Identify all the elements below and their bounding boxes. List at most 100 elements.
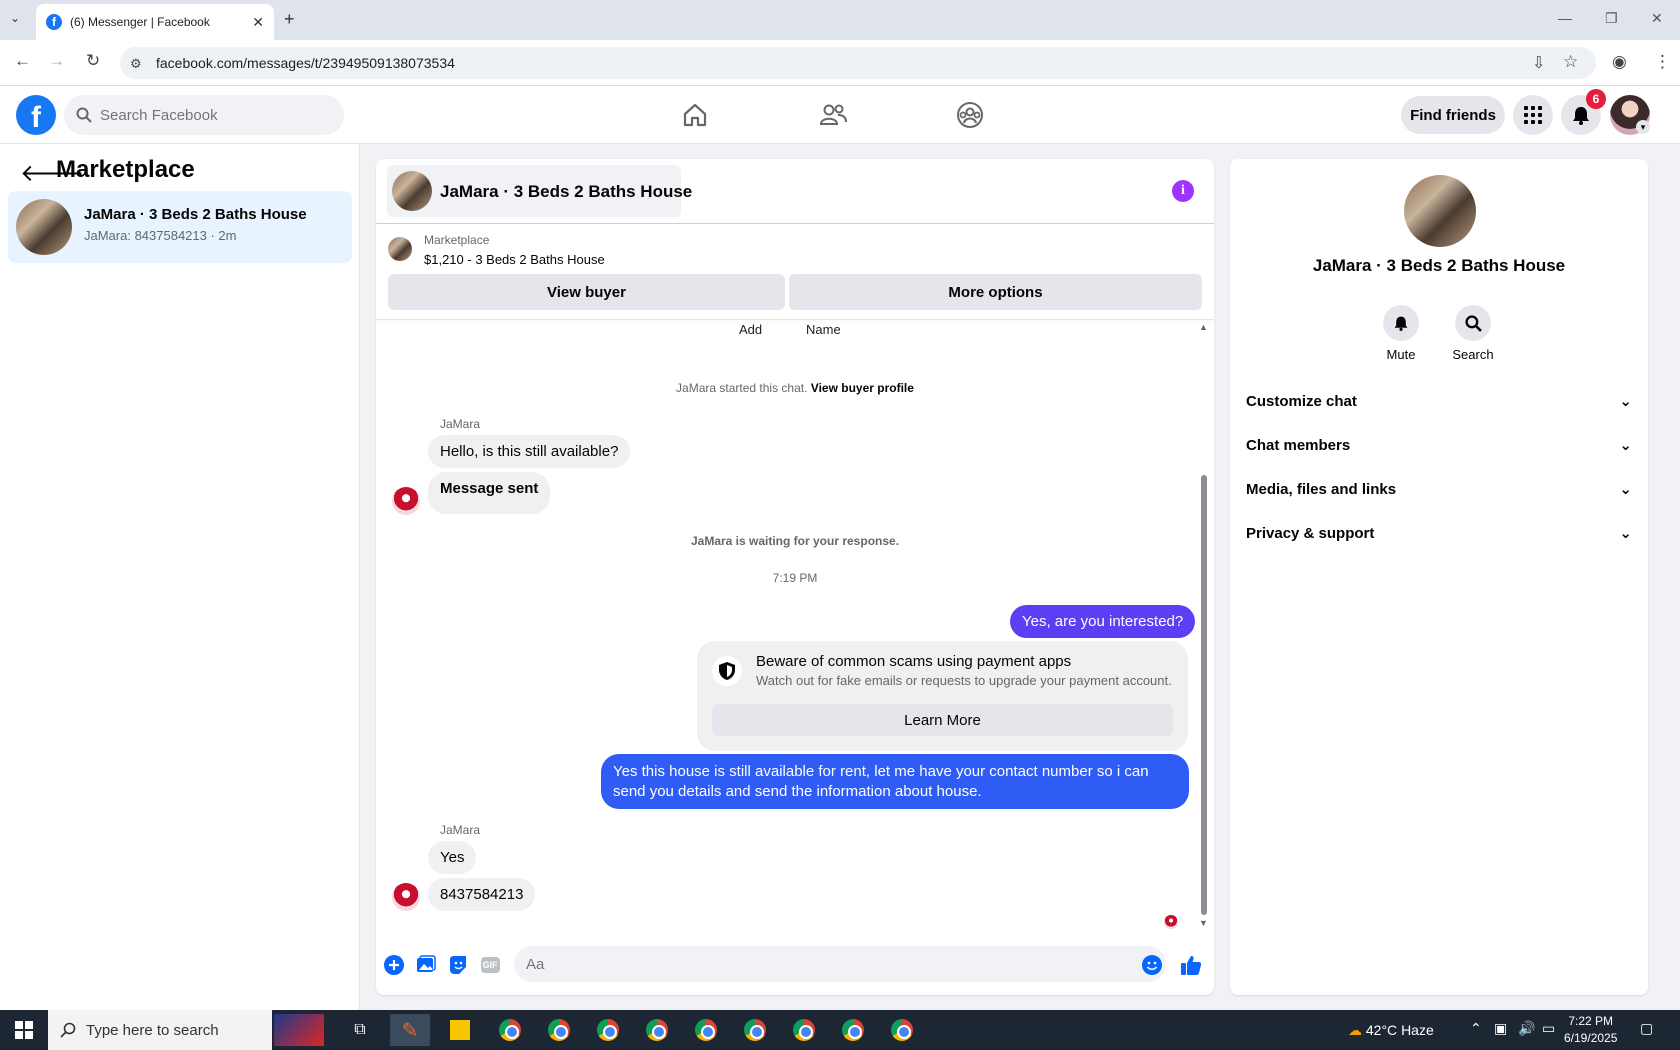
url-text: facebook.com/messages/t/2394950913807353… bbox=[156, 55, 455, 71]
marketplace-label: Marketplace bbox=[424, 233, 490, 247]
tab-list-chevron-icon[interactable]: ⌄ bbox=[10, 11, 20, 25]
chrome-icon[interactable] bbox=[735, 1014, 775, 1046]
search-in-chat-button[interactable]: Search bbox=[1443, 305, 1503, 362]
install-app-icon[interactable]: ⇩ bbox=[1532, 53, 1545, 73]
chrome-icon[interactable] bbox=[686, 1014, 726, 1046]
account-chevron-icon[interactable]: ▾ bbox=[1636, 120, 1650, 134]
volume-icon[interactable]: 🔊 bbox=[1518, 1020, 1535, 1037]
restore-icon[interactable]: ❐ bbox=[1605, 10, 1618, 27]
browser-tab[interactable]: f (6) Messenger | Facebook ✕ bbox=[36, 4, 274, 40]
section-label: Chat members bbox=[1246, 436, 1351, 454]
mute-button[interactable]: Mute bbox=[1371, 305, 1431, 362]
clock-date: 6/19/2025 bbox=[1564, 1031, 1618, 1045]
chrome-icon[interactable] bbox=[833, 1014, 873, 1046]
add-label[interactable]: Add bbox=[739, 322, 762, 337]
message-composer[interactable] bbox=[514, 946, 1166, 982]
friends-nav-icon[interactable] bbox=[813, 100, 853, 130]
chrome-icon[interactable] bbox=[490, 1014, 530, 1046]
info-icon[interactable]: i bbox=[1172, 180, 1194, 202]
taskbar-search-input[interactable] bbox=[86, 1021, 256, 1039]
learn-more-button[interactable]: Learn More bbox=[712, 704, 1173, 736]
message-bubble-incoming[interactable]: Message sent bbox=[428, 472, 551, 514]
taskbar-clock[interactable]: 7:22 PM 6/19/2025 bbox=[1564, 1013, 1617, 1047]
facebook-search-input[interactable] bbox=[100, 106, 320, 124]
profile-icon[interactable]: ◉ bbox=[1612, 52, 1627, 72]
chevron-down-icon: ⌄ bbox=[1619, 525, 1632, 542]
conversation-avatar bbox=[16, 199, 72, 255]
view-buyer-profile-link[interactable]: View buyer profile bbox=[811, 381, 914, 395]
emoji-icon[interactable] bbox=[1141, 954, 1163, 976]
listing-description[interactable]: $1,210 - 3 Beds 2 Baths House bbox=[424, 252, 605, 267]
site-settings-icon[interactable]: ⚙ bbox=[130, 56, 142, 72]
privacy-support-row[interactable]: Privacy & support ⌄ bbox=[1246, 513, 1632, 553]
weather-condition: Haze bbox=[1401, 1022, 1434, 1038]
notification-center-icon[interactable]: ▢ bbox=[1640, 1020, 1653, 1037]
chrome-icon[interactable] bbox=[882, 1014, 922, 1046]
scroll-up-arrow-icon[interactable]: ▲ bbox=[1199, 322, 1208, 332]
search-icon bbox=[1455, 305, 1491, 341]
message-bubble-incoming[interactable]: Yes bbox=[428, 841, 477, 874]
windows-start-icon[interactable] bbox=[0, 1010, 48, 1050]
seen-receipt-avatar bbox=[1164, 915, 1178, 929]
customize-chat-row[interactable]: Customize chat ⌄ bbox=[1246, 381, 1632, 421]
shield-icon bbox=[712, 656, 742, 686]
weather-widget[interactable]: ☁ 42°C Haze bbox=[1348, 1022, 1434, 1039]
meet-now-icon[interactable]: ▣ bbox=[1494, 1020, 1507, 1037]
plus-circle-icon[interactable] bbox=[383, 954, 405, 976]
chrome-icon[interactable] bbox=[784, 1014, 824, 1046]
back-arrow-icon[interactable]: ← bbox=[14, 51, 31, 71]
url-field[interactable]: facebook.com/messages/t/2394950913807353… bbox=[120, 47, 1596, 79]
taskbar-search-box[interactable] bbox=[48, 1010, 272, 1050]
app-tool-icon[interactable]: ✎ bbox=[390, 1014, 430, 1046]
close-tab-icon[interactable]: ✕ bbox=[252, 14, 264, 31]
scroll-down-arrow-icon[interactable]: ▼ bbox=[1199, 918, 1208, 928]
marketplace-title: Marketplace bbox=[56, 156, 195, 183]
scam-warning-title: Beware of common scams using payment app… bbox=[756, 653, 1072, 670]
message-bubble-outgoing[interactable]: Yes, are you interested? bbox=[1010, 605, 1196, 638]
sticker-icon[interactable] bbox=[447, 954, 469, 976]
new-tab-button[interactable]: + bbox=[284, 9, 295, 30]
chrome-menu-icon[interactable]: ⋮ bbox=[1654, 52, 1671, 72]
chrome-icon[interactable] bbox=[539, 1014, 579, 1046]
view-buyer-button[interactable]: View buyer bbox=[388, 274, 785, 310]
sender-avatar bbox=[392, 883, 420, 911]
waiting-notice: JaMara is waiting for your response. bbox=[690, 534, 900, 548]
search-icon bbox=[76, 107, 92, 123]
mute-bell-icon bbox=[1383, 305, 1419, 341]
thumbs-up-icon[interactable] bbox=[1180, 954, 1202, 976]
chrome-icon[interactable] bbox=[588, 1014, 628, 1046]
find-friends-button[interactable]: Find friends bbox=[1401, 96, 1505, 134]
groups-nav-icon[interactable] bbox=[950, 100, 990, 130]
scam-warning-subtitle: Watch out for fake emails or requests to… bbox=[756, 673, 1172, 688]
tray-chevron-icon[interactable]: ⌃ bbox=[1470, 1020, 1482, 1037]
chrome-icon[interactable] bbox=[637, 1014, 677, 1046]
media-files-links-row[interactable]: Media, files and links ⌄ bbox=[1246, 469, 1632, 509]
forward-arrow-icon[interactable]: → bbox=[48, 51, 65, 71]
reload-icon[interactable]: ↻ bbox=[86, 51, 100, 71]
message-bubble-outgoing[interactable]: Yes this house is still available for re… bbox=[601, 754, 1189, 809]
chat-scrollbar-thumb[interactable] bbox=[1201, 475, 1207, 915]
message-input[interactable] bbox=[526, 955, 1154, 973]
name-label[interactable]: Name bbox=[806, 322, 841, 337]
bookmark-star-icon[interactable]: ☆ bbox=[1563, 52, 1578, 72]
timestamp: 7:19 PM bbox=[772, 571, 818, 585]
facebook-favicon-icon: f bbox=[46, 14, 62, 30]
facebook-search-box[interactable] bbox=[64, 95, 344, 135]
header-divider bbox=[376, 223, 1214, 224]
menu-grid-icon[interactable] bbox=[1513, 95, 1553, 135]
network-icon[interactable]: ▭ bbox=[1542, 1020, 1555, 1037]
minimize-icon[interactable]: — bbox=[1558, 10, 1572, 26]
close-window-icon[interactable]: ✕ bbox=[1651, 10, 1663, 27]
mute-label: Mute bbox=[1386, 347, 1416, 362]
gif-icon[interactable]: GIF bbox=[479, 954, 501, 976]
message-bubble-incoming[interactable]: 8437584213 bbox=[428, 878, 536, 911]
home-nav-icon[interactable] bbox=[675, 100, 715, 130]
photo-icon[interactable] bbox=[415, 954, 437, 976]
more-options-button[interactable]: More options bbox=[789, 274, 1202, 310]
task-view-icon[interactable]: ⧉ bbox=[340, 1014, 380, 1046]
chat-members-row[interactable]: Chat members ⌄ bbox=[1246, 425, 1632, 465]
facebook-logo-icon[interactable]: f bbox=[16, 95, 56, 135]
message-bubble-incoming[interactable]: Hello, is this still available? bbox=[428, 435, 631, 468]
news-widget-icon[interactable] bbox=[274, 1014, 324, 1046]
sticky-notes-icon[interactable] bbox=[440, 1014, 480, 1046]
